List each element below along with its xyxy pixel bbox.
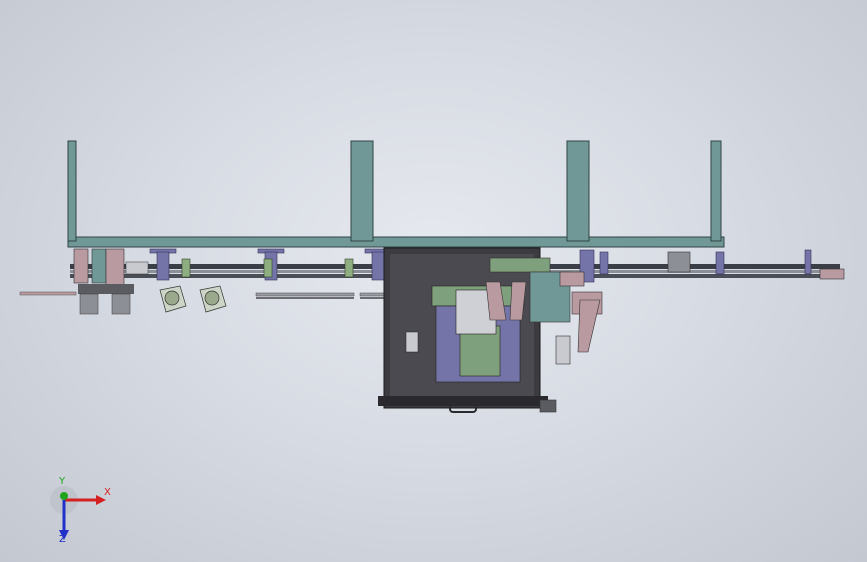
gantry-frame: [67, 140, 725, 248]
central-enclosure: [378, 247, 548, 413]
suction-cups: [159, 285, 227, 313]
cad-viewport[interactable]: X Y Z: [0, 0, 867, 562]
axis-triad: X Y Z: [40, 476, 120, 548]
assembly-model[interactable]: [0, 0, 867, 562]
z-axis-label: Z: [59, 534, 66, 545]
y-axis-arrow: [60, 492, 68, 500]
x-axis-label: X: [104, 487, 111, 498]
left-gripper-module: [73, 248, 149, 315]
y-axis-label: Y: [59, 476, 66, 487]
